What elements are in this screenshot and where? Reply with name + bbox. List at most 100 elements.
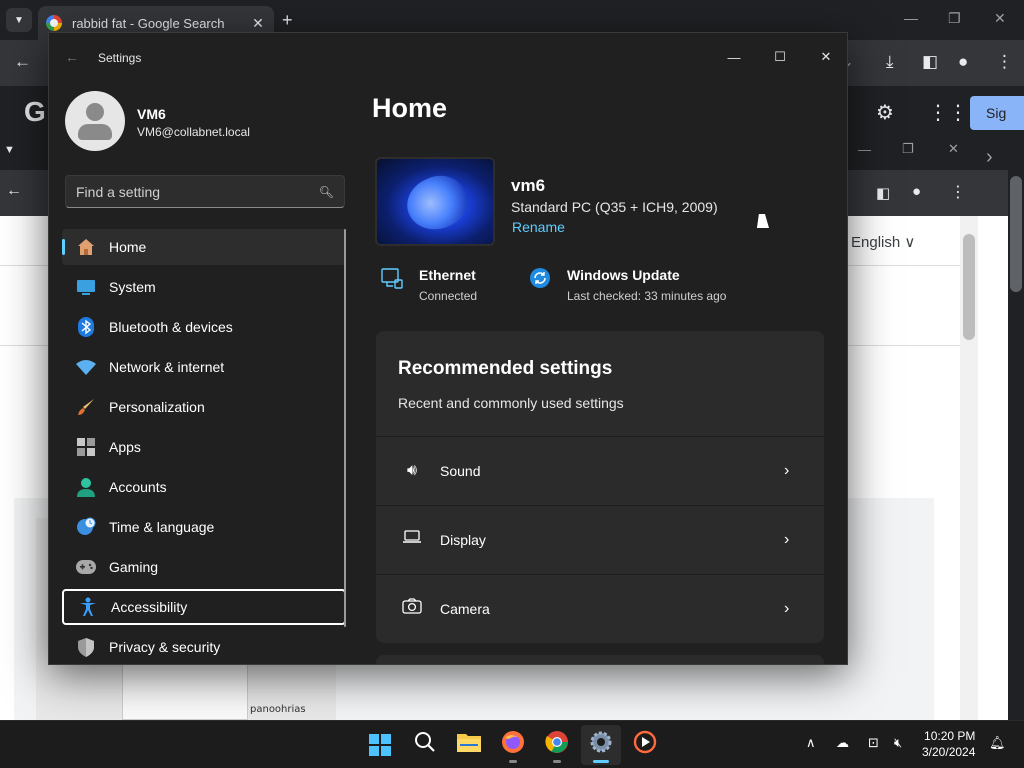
back-arrow-icon[interactable]: ← [6, 182, 22, 200]
avatar-head [86, 103, 104, 121]
recommended-item-label: Camera [440, 600, 490, 617]
clock-date: 3/20/2024 [922, 745, 976, 759]
settings-gear-icon[interactable]: ⚙ [876, 100, 894, 125]
search-icon[interactable]: 🔍︎ [319, 185, 334, 199]
maximize-button[interactable]: ☐ [757, 41, 803, 73]
chrome-restore-button[interactable]: ❐ [948, 10, 961, 27]
start-button[interactable] [360, 725, 400, 765]
sidebar-item-bluetooth[interactable]: Bluetooth & devices [62, 309, 346, 345]
clock-time: 10:20 PM [924, 729, 976, 743]
taskbar-search-button[interactable] [405, 725, 445, 765]
google-favicon-icon [46, 15, 62, 31]
sidebar-item-accessibility[interactable]: Accessibility [62, 589, 346, 625]
sidebar-item-personalization[interactable]: Personalization [62, 389, 346, 425]
back-arrow-icon[interactable]: ← [65, 49, 79, 65]
chrome-button[interactable] [537, 725, 577, 765]
sidebar-item-label: Gaming [109, 559, 159, 575]
accessibility-icon [78, 597, 98, 617]
sidebar-item-accounts[interactable]: Accounts [62, 469, 346, 505]
sidebar-item-label: Accounts [109, 479, 167, 495]
side-panel-icon[interactable]: ◧ [922, 52, 938, 72]
notification-bell-icon[interactable]: 🔔︎ [989, 735, 1006, 751]
laptop-icon [401, 530, 423, 549]
sidebar-item-label: Network & internet [109, 359, 225, 375]
onedrive-icon[interactable]: ☁ [836, 735, 849, 751]
sidebar-item-home[interactable]: Home [62, 229, 346, 265]
recommended-item-display[interactable]: Display › [376, 505, 824, 573]
chrome-menu-icon[interactable]: ⋮ [950, 182, 966, 202]
sidebar-item-apps[interactable]: Apps [62, 429, 346, 465]
search-input[interactable] [76, 183, 319, 200]
chevron-right-icon: › [784, 461, 790, 479]
sidebar-item-label: Home [109, 239, 147, 255]
chevron-down-icon: ▼ [14, 14, 24, 26]
inner-close-button[interactable]: ✕ [948, 141, 959, 157]
chrome-minimize-button[interactable]: — [904, 10, 918, 26]
settings-window: ← Settings — ☐ ✕ VM6 VM6@collabnet.local… [48, 32, 848, 665]
recommended-item-camera[interactable]: Camera › [376, 574, 824, 642]
sidebar-item-system[interactable]: System [62, 269, 346, 305]
sidebar-scrollbar[interactable] [344, 229, 346, 627]
ethernet-subtitle: Connected [419, 289, 478, 303]
card-title: Recommended settings [398, 358, 613, 379]
minimize-button[interactable]: — [711, 41, 757, 73]
page-scrollbar-thumb[interactable] [963, 234, 975, 340]
language-selector[interactable]: English ∨ [851, 233, 915, 251]
recommended-item-sound[interactable]: 🔊︎ Sound › [376, 436, 824, 504]
user-name: VM6 [137, 106, 166, 122]
ethernet-status[interactable]: Ethernet Connected [381, 267, 477, 303]
network-icon[interactable]: ⊡ [868, 735, 879, 751]
inner-restore-button[interactable]: ❐ [902, 141, 914, 157]
download-icon[interactable]: ⤓ [886, 52, 894, 72]
sidebar-item-label: System [109, 279, 156, 295]
volume-muted-icon[interactable]: 🔇︎ [894, 735, 902, 751]
search-box[interactable]: 🔍︎ [65, 175, 345, 208]
camera-icon [401, 598, 423, 619]
apps-icon [76, 437, 96, 457]
clock[interactable]: 10:20 PM 3/20/2024 [922, 728, 975, 760]
outer-scrollbar-thumb[interactable] [1010, 176, 1022, 292]
taskbar: ∧ ☁ ⊡ 🔇︎ 10:20 PM 3/20/2024 🔔︎ [0, 720, 1024, 768]
profile-icon[interactable]: ● [912, 183, 921, 200]
firefox-button[interactable] [493, 725, 533, 765]
chevron-right-icon: › [784, 530, 790, 548]
chevron-right-icon[interactable]: › [986, 146, 993, 169]
chrome-menu-icon[interactable]: ⋮ [996, 52, 1013, 72]
google-apps-icon[interactable]: ⋮⋮ [928, 100, 968, 125]
sidebar-item-label: Time & language [109, 519, 215, 535]
chrome-tab-title: rabbid fat - Google Search [72, 15, 225, 31]
media-player-button[interactable] [625, 725, 665, 765]
back-arrow-icon[interactable]: ← [14, 52, 31, 72]
side-panel-icon[interactable]: ◧ [876, 184, 890, 202]
settings-titlebar[interactable]: ← Settings — ☐ ✕ [49, 33, 847, 81]
chrome-close-button[interactable]: ✕ [994, 10, 1006, 27]
avatar[interactable] [65, 91, 125, 151]
sidebar-item-network[interactable]: Network & internet [62, 349, 346, 385]
card-subtitle: Recent and commonly used settings [398, 395, 624, 411]
google-logo: G [24, 96, 46, 127]
file-explorer-button[interactable] [449, 725, 489, 765]
sidebar-item-label: Personalization [109, 399, 205, 415]
inner-minimize-button[interactable]: — [858, 142, 871, 157]
outer-scrollbar[interactable] [1008, 136, 1024, 720]
sidebar-item-label: Bluetooth & devices [109, 319, 233, 335]
sign-in-button[interactable]: Sig [970, 96, 1024, 130]
new-tab-button[interactable]: + [282, 10, 293, 31]
firefox-icon [501, 730, 525, 760]
chevron-down-icon[interactable]: ▼ [4, 144, 15, 156]
profile-icon[interactable]: ● [958, 52, 968, 72]
close-button[interactable]: ✕ [803, 41, 847, 73]
sidebar-item-privacy[interactable]: Privacy & security [62, 629, 346, 664]
close-tab-icon[interactable]: ✕ [250, 15, 266, 32]
sidebar-item-time-language[interactable]: Time & language [62, 509, 346, 545]
windows-update-status[interactable]: Windows Update Last checked: 33 minutes … [529, 267, 726, 303]
sidebar-item-gaming[interactable]: Gaming [62, 549, 346, 585]
device-name: vm6 [511, 176, 546, 195]
accounts-icon [76, 477, 96, 497]
show-hidden-icons-chevron-icon[interactable]: ∧ [806, 735, 816, 751]
home-icon [76, 237, 96, 257]
device-description: Standard PC (Q35 + ICH9, 2009) [511, 199, 718, 215]
settings-button[interactable] [581, 725, 621, 765]
rename-link[interactable]: Rename [512, 219, 565, 235]
tab-search-button[interactable]: ▼ [6, 8, 32, 32]
